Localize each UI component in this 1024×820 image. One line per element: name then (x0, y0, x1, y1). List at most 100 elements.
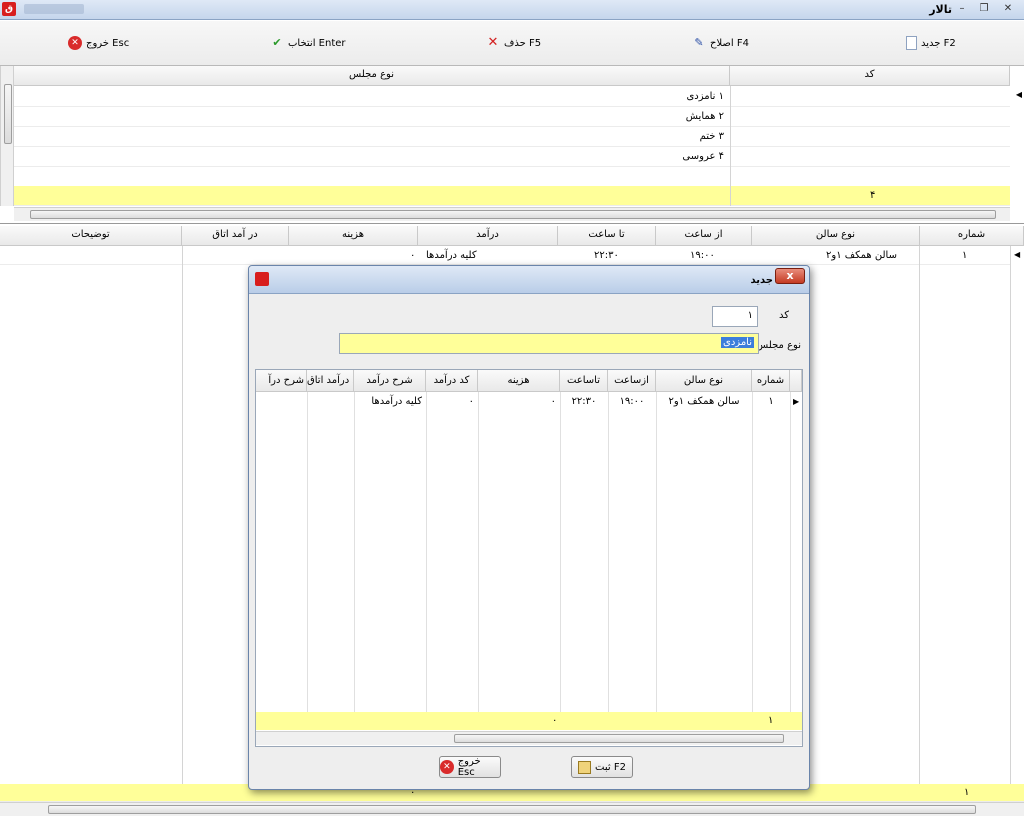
event-types-grid: نوع مجلس کد ۱ نامزدی ۲ همایش ۳ ختم ۴ عرو… (0, 66, 1024, 224)
selected-text: نامزدی (721, 337, 754, 348)
event-type-field[interactable]: نامزدی (339, 333, 759, 354)
col-header-room-income-desc[interactable]: شرح درآ (256, 370, 307, 392)
new-label: جدید F2 (921, 37, 956, 49)
new-button[interactable]: جدید F2 (906, 35, 956, 51)
blurred-title (24, 4, 84, 14)
app-icon (255, 272, 269, 286)
footer-cost: ۰ (552, 715, 558, 726)
horizontal-scrollbar[interactable] (256, 731, 802, 745)
table-row[interactable]: ۴ عروسی (14, 147, 1010, 167)
cell-to: ۲۲:۳۰ (594, 250, 619, 261)
column-divider (608, 392, 609, 712)
scrollbar-thumb[interactable] (30, 210, 996, 219)
exit-icon: ✕ (68, 36, 82, 50)
save-button[interactable]: ثبت F2 (571, 756, 633, 778)
exit-label: خروج Esc (86, 37, 130, 49)
col-header-hall[interactable]: نوع سالن (752, 226, 920, 246)
grid-footer: ۰ ۱ (256, 712, 802, 730)
minimize-icon[interactable]: – (954, 1, 970, 17)
table-row[interactable]: ۳ ختم (14, 127, 1010, 147)
dialog-exit-button[interactable]: ✕ خروج Esc (439, 756, 501, 778)
col-header-to[interactable]: تاساعت (560, 370, 608, 392)
cell-cost: ۰ (410, 250, 416, 261)
save-icon (578, 760, 592, 774)
title-bar: ق تالار – ❐ ✕ (0, 0, 1024, 20)
cell-income-desc[interactable]: کلیه درآمدها (354, 393, 426, 411)
exit-button[interactable]: ✕ خروج Esc (68, 35, 129, 51)
col-header-spacer (790, 370, 802, 392)
cell-hall: سالن همکف ۱و۲ (826, 250, 897, 261)
window-title: تالار (929, 3, 952, 16)
cell-to[interactable]: ۲۲:۳۰ (560, 393, 608, 411)
horizontal-scrollbar[interactable] (0, 802, 1024, 816)
edit-icon: ✎ (694, 36, 704, 49)
col-header-room-income-code[interactable]: کد درآمد اتاق (307, 370, 354, 392)
exit-icon: ✕ (440, 760, 454, 774)
table-row[interactable]: ۲ همایش (14, 107, 1010, 127)
row-indicator-icon: ▶ (793, 397, 800, 406)
footer-count: ۱ (768, 715, 774, 726)
row-indicator-icon: ◀ (1014, 250, 1021, 259)
scrollbar-thumb[interactable] (454, 734, 784, 743)
cell-from: ۱۹:۰۰ (690, 250, 715, 261)
cell-hall[interactable]: سالن همکف ۱و۲ (656, 393, 752, 411)
horizontal-scrollbar[interactable] (14, 207, 1010, 221)
scrollbar-thumb[interactable] (48, 805, 976, 814)
column-divider (1010, 246, 1011, 786)
cell-number[interactable]: ۱ (752, 393, 790, 411)
cell-income-code[interactable]: ۰ (426, 393, 478, 411)
table-row[interactable]: ۱ سالن همکف ۱و۲ ۱۹:۰۰ ۲۲:۳۰ کلیه درآمدها… (0, 247, 1010, 265)
code-label: کد (778, 310, 789, 321)
column-divider (182, 246, 183, 786)
col-header-notes[interactable]: توضیحات (0, 226, 182, 246)
col-header-number[interactable]: شماره (752, 370, 790, 392)
column-divider (354, 392, 355, 712)
col-header-hall[interactable]: نوع سالن (656, 370, 752, 392)
dialog-exit-label: خروج Esc (457, 756, 481, 778)
select-label: انتخاب Enter (288, 37, 346, 49)
cell-cost[interactable]: ۰ (478, 393, 560, 411)
code-field[interactable]: ۱ (712, 306, 758, 327)
restore-icon[interactable]: ❐ (976, 1, 992, 17)
column-divider (426, 392, 427, 712)
scrollbar-thumb[interactable] (4, 84, 12, 144)
delete-icon: ✕ (487, 35, 499, 50)
col-header-income-desc[interactable]: شرح درآمد (354, 370, 426, 392)
footer-count: ۱ (964, 787, 970, 798)
col-header-code[interactable]: کد (730, 66, 1010, 86)
check-icon: ✔ (272, 36, 282, 49)
col-header-income-code[interactable]: کد درآمد (426, 370, 478, 392)
select-button[interactable]: ✔ انتخاب Enter (270, 35, 346, 51)
column-divider (730, 86, 731, 206)
col-header-cost[interactable]: هزینه (478, 370, 560, 392)
column-divider (307, 392, 308, 712)
col-header-from[interactable]: ازساعت (608, 370, 656, 392)
col-header-number[interactable]: شماره (920, 226, 1024, 246)
col-header-income[interactable]: درآمد (418, 226, 558, 246)
dialog-title-bar: جدید x (249, 266, 809, 294)
save-label: ثبت F2 (595, 761, 626, 773)
col-header-to[interactable]: تا ساعت (558, 226, 656, 246)
cell-number: ۱ (962, 250, 968, 261)
delete-button[interactable]: ✕ حذف F5 (486, 35, 542, 51)
dialog-title: جدید (750, 275, 773, 286)
footer-count: ۴ (870, 190, 876, 201)
dialog-close-button[interactable]: x (775, 268, 805, 284)
new-document-icon (906, 36, 917, 50)
col-header-room-income[interactable]: در آمد اتاق (182, 226, 289, 246)
cell-from[interactable]: ۱۹:۰۰ (608, 393, 656, 411)
column-divider (752, 392, 753, 712)
column-divider (919, 246, 920, 786)
col-header-from[interactable]: از ساعت (656, 226, 752, 246)
edit-button[interactable]: ✎ اصلاح F4 (692, 35, 749, 51)
column-divider (656, 392, 657, 712)
column-divider (478, 392, 479, 712)
col-header-cost[interactable]: هزینه (289, 226, 418, 246)
cell-income: کلیه درآمدها (426, 250, 477, 261)
col-header-type[interactable]: نوع مجلس (14, 66, 730, 86)
close-icon[interactable]: ✕ (1000, 1, 1016, 17)
app-icon: ق (2, 2, 16, 16)
table-row[interactable]: ۱ نامزدی (14, 87, 1010, 107)
column-divider (560, 392, 561, 712)
vertical-scrollbar[interactable] (0, 66, 14, 206)
